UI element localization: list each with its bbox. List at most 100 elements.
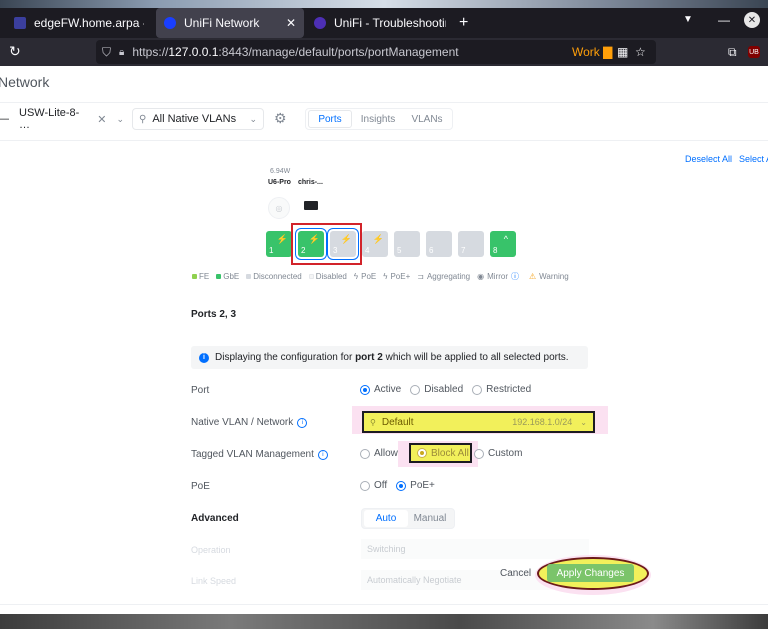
tab-unifi-troubleshooting[interactable]: UniFi - Troubleshooting U [306, 8, 454, 38]
advanced-mode-tabs: Auto Manual [361, 508, 455, 529]
info-icon[interactable]: i [297, 417, 308, 428]
info-icon[interactable]: ⓘ [511, 271, 519, 282]
radio-icon[interactable] [360, 448, 370, 459]
poe-watts: 6.94W [270, 168, 291, 175]
device-select[interactable]: — USW-Lite-8- … ✕ ⌄ [0, 107, 124, 131]
divider [0, 140, 768, 141]
allow-all-option[interactable]: Allow All [360, 448, 400, 459]
tab-insights[interactable]: Insights [352, 110, 404, 128]
clear-icon[interactable]: ✕ [97, 113, 106, 126]
tab-edgefw[interactable]: edgeFW.home.arpa - System [6, 8, 152, 38]
url-prefix: https:// [132, 45, 169, 59]
disabled-swatch [308, 274, 314, 279]
switch-port-5[interactable]: 5 [394, 231, 420, 257]
access-point-icon[interactable]: ◎ [268, 197, 290, 219]
apps-grid-icon[interactable]: ▦ [617, 45, 628, 59]
tab-manual[interactable]: Manual [408, 510, 452, 527]
switch-port-7[interactable]: 7 [458, 231, 484, 257]
poe-icon: ⚡ [276, 234, 288, 244]
port-label: Port [191, 385, 210, 396]
divider [0, 604, 768, 605]
page-title: Network [0, 74, 50, 90]
radio-icon[interactable] [417, 448, 427, 458]
new-tab-button[interactable]: + [459, 14, 468, 32]
poe-plus-icon: ϟ [383, 272, 388, 281]
browser-nav-bar: ↻ ⛉ 🔒︎ https://127.0.0.1:8443/manage/def… [0, 38, 768, 66]
ublock-icon[interactable]: UB [748, 46, 760, 58]
unifi-page: Network — USW-Lite-8- … ✕ ⌄ ⚲ All Native… [0, 66, 768, 614]
vlan-filter-value: All Native VLANs [152, 113, 237, 125]
radio-icon[interactable] [472, 384, 483, 395]
option-label: Disabled [424, 384, 464, 395]
pfsense-favicon-icon [14, 17, 26, 29]
radio-icon[interactable] [474, 448, 484, 459]
list-all-tabs-icon[interactable]: ▼ [683, 14, 693, 25]
radio-icon[interactable] [410, 384, 421, 395]
tagged-vlan-radios: Allow All [360, 448, 411, 459]
switch-port-1[interactable]: ⚡ 1 [266, 231, 292, 257]
unifi-favicon-icon [164, 17, 176, 29]
radio-icon[interactable] [396, 480, 407, 491]
custom-option[interactable]: Custom [474, 448, 522, 459]
tab-unifi-network[interactable]: UniFi Network ✕ [156, 8, 304, 38]
poe-label: PoE [191, 481, 210, 492]
native-vlan-label: Native VLAN / Network i [191, 417, 308, 428]
vlan-filter-select[interactable]: ⚲ All Native VLANs ⌄ [132, 108, 264, 130]
legend-label: Disabled [315, 272, 347, 281]
search-icon: ⚲ [139, 113, 147, 125]
cancel-button[interactable]: Cancel [500, 568, 531, 579]
gear-icon[interactable]: ⚙ [274, 110, 287, 127]
briefcase-icon: ▇ [603, 45, 613, 59]
port-disabled-option[interactable]: Disabled [410, 384, 463, 395]
operation-select[interactable]: Switching [361, 539, 589, 559]
switch-port-6[interactable]: 6 [426, 231, 452, 257]
chevron-down-icon[interactable]: ⌄ [116, 114, 124, 125]
info-icon[interactable]: i [317, 449, 328, 460]
container-label[interactable]: Work ▇ [572, 45, 612, 59]
desktop-wallpaper [0, 0, 768, 8]
select-all-link[interactable]: Select All [739, 154, 768, 164]
url-host: 127.0.0.1 [168, 45, 219, 59]
switch-port-4[interactable]: ⚡ 4 [362, 231, 388, 257]
radio-icon[interactable] [360, 384, 370, 395]
divider [0, 102, 768, 103]
link-speed-label: Link Speed [191, 576, 237, 586]
port-number: 8 [493, 246, 498, 255]
port-restricted-option[interactable]: Restricted [472, 384, 531, 395]
view-tabs: Ports Insights VLANs [305, 108, 453, 130]
port-active-option[interactable]: Active [360, 384, 401, 395]
poe-radios: Off PoE+ [360, 480, 444, 491]
tab-vlans[interactable]: VLANs [404, 110, 450, 128]
poe-off-option[interactable]: Off [360, 480, 387, 491]
custom-option-row: Custom [474, 448, 531, 459]
tab-title: UniFi - Troubleshooting U [334, 16, 446, 30]
lock-icon[interactable]: 🔒︎ [119, 47, 124, 58]
legend-label: Warning [539, 272, 569, 281]
shield-icon[interactable]: ⛉ [102, 45, 111, 60]
extensions-icon[interactable]: ⧉ [728, 45, 737, 60]
tab-auto[interactable]: Auto [364, 510, 408, 527]
legend-warning: ⚠ Warning [529, 272, 569, 281]
selection-annotation-box [291, 223, 362, 265]
device-dash: — [0, 113, 9, 125]
port-number: 6 [429, 246, 434, 255]
reload-icon[interactable]: ↻ [9, 43, 21, 60]
poe-plus-option[interactable]: PoE+ [396, 480, 435, 491]
deselect-all-link[interactable]: Deselect All [685, 154, 732, 164]
switch-port-8[interactable]: ^ 8 [490, 231, 516, 257]
info-icon: i [199, 352, 209, 363]
tab-ports[interactable]: Ports [308, 110, 352, 128]
port-number: 1 [269, 246, 274, 255]
computer-icon[interactable] [304, 201, 318, 210]
radio-icon[interactable] [360, 480, 370, 491]
unifi-favicon-icon [314, 17, 326, 29]
legend-label: Disconnected [253, 272, 302, 281]
apply-changes-button[interactable]: Apply Changes [547, 564, 634, 582]
minimize-icon[interactable]: — [718, 13, 730, 27]
window-close-icon[interactable]: ✕ [744, 12, 760, 28]
connected-device-name: U6-Pro [268, 179, 291, 186]
bookmark-star-icon[interactable]: ☆ [635, 45, 646, 59]
native-vlan-select[interactable]: ⚲ Default 192.168.1.0/24 ⌄ [362, 411, 595, 433]
block-all-option[interactable]: Block All [409, 443, 472, 463]
close-tab-icon[interactable]: ✕ [286, 16, 296, 30]
